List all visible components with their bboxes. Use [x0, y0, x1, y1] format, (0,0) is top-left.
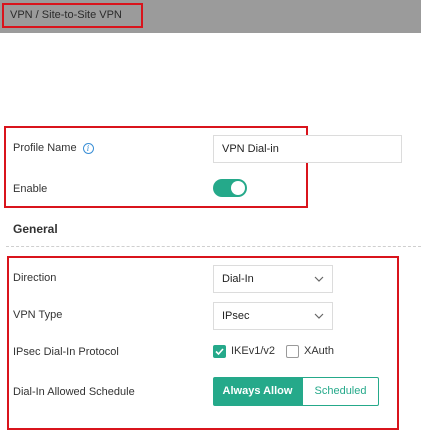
- breadcrumb: VPN / Site-to-Site VPN: [2, 3, 143, 28]
- profile-name-label: Profile Name: [13, 142, 77, 154]
- xauth-label: XAuth: [304, 345, 334, 357]
- top-bar: VPN / Site-to-Site VPN: [0, 0, 421, 33]
- enable-toggle[interactable]: [213, 179, 247, 197]
- enable-label: Enable: [13, 183, 48, 195]
- scheduled-button[interactable]: Scheduled: [302, 377, 379, 406]
- vpn-type-label: VPN Type: [13, 309, 63, 321]
- schedule-label: Dial-In Allowed Schedule: [13, 386, 135, 398]
- profile-name-input[interactable]: VPN Dial-in: [213, 135, 402, 163]
- profile-name-row-label: Profile Name i: [13, 142, 94, 154]
- always-allow-button[interactable]: Always Allow: [213, 377, 302, 406]
- direction-select[interactable]: Dial-In: [213, 265, 333, 293]
- chevron-down-icon: [314, 276, 324, 282]
- xauth-checkbox[interactable]: [286, 345, 299, 358]
- direction-label: Direction: [13, 272, 57, 284]
- vpn-type-value: IPsec: [222, 310, 250, 322]
- protocol-label: IPsec Dial-In Protocol: [13, 346, 119, 358]
- section-divider: [6, 246, 421, 247]
- chevron-down-icon: [314, 313, 324, 319]
- info-icon[interactable]: i: [82, 142, 94, 154]
- check-icon: [215, 348, 224, 356]
- vpn-type-select[interactable]: IPsec: [213, 302, 333, 330]
- section-title-general: General: [13, 222, 58, 236]
- toggle-knob: [231, 181, 245, 195]
- ikev1v2-checkbox[interactable]: [213, 345, 226, 358]
- ikev1v2-label: IKEv1/v2: [231, 345, 276, 357]
- direction-value: Dial-In: [222, 273, 254, 285]
